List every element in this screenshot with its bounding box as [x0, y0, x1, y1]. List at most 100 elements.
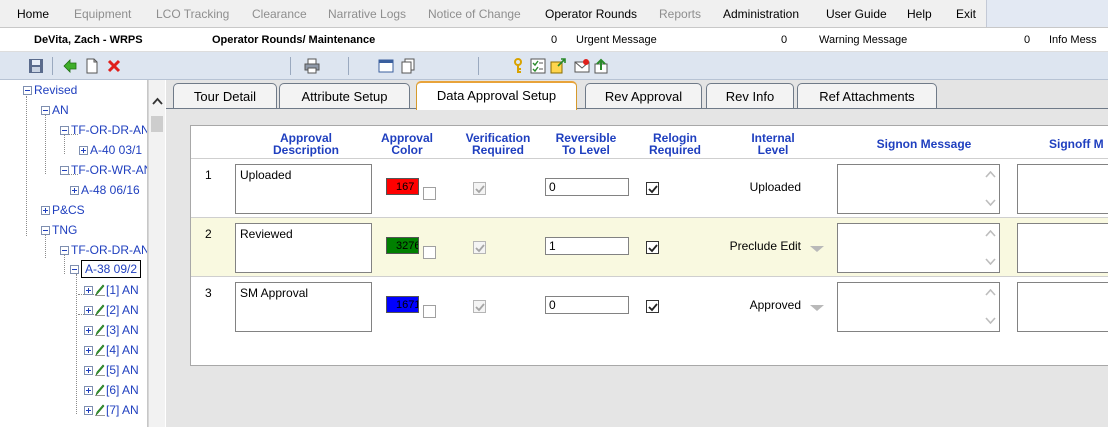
collapse-icon[interactable]: [60, 166, 69, 175]
key-icon[interactable]: [510, 58, 526, 74]
expand-icon[interactable]: [79, 146, 88, 155]
menu-home[interactable]: Home: [17, 7, 49, 21]
delete-icon[interactable]: [106, 58, 122, 74]
print-icon[interactable]: [304, 58, 320, 74]
tree-leaf[interactable]: [4] AN: [84, 343, 139, 357]
mail-icon[interactable]: [574, 58, 590, 74]
tree-leaf[interactable]: [5] AN: [84, 363, 139, 377]
relogin-checkbox[interactable]: [646, 241, 659, 254]
collapse-icon[interactable]: [23, 86, 32, 95]
tab-rev-approval[interactable]: Rev Approval: [585, 83, 702, 108]
collapse-icon[interactable]: [41, 226, 50, 235]
tab-data-approval-setup[interactable]: Data Approval Setup: [416, 81, 577, 110]
color-picker-button[interactable]: [423, 187, 436, 200]
tab-ref-attachments[interactable]: Ref Attachments: [797, 83, 937, 108]
status-info-bar: DeVita, Zach - WRPS Operator Rounds/ Mai…: [0, 28, 1108, 52]
scroll-up-icon[interactable]: [985, 289, 996, 296]
tree-node-tng[interactable]: TNG: [41, 223, 77, 237]
window-icon[interactable]: [378, 58, 394, 74]
collapse-icon[interactable]: [41, 106, 50, 115]
new-document-icon[interactable]: [84, 58, 100, 74]
urgent-label[interactable]: Urgent Message: [576, 34, 657, 46]
tree-node-tf-or-wr-an[interactable]: TF-OR-WR-AN: [60, 163, 147, 177]
reversible-level-input[interactable]: 1: [545, 237, 629, 255]
menu-operator-rounds[interactable]: Operator Rounds: [545, 7, 637, 21]
expand-icon[interactable]: [41, 206, 50, 215]
menu-administration[interactable]: Administration: [723, 7, 799, 21]
expand-icon[interactable]: [70, 186, 79, 195]
copy-document-icon[interactable]: [400, 58, 416, 74]
reversible-level-input[interactable]: 0: [545, 178, 629, 196]
relogin-checkbox[interactable]: [646, 182, 659, 195]
header-signon-message: Signon Message: [876, 137, 972, 151]
scroll-down-icon[interactable]: [985, 199, 996, 206]
reversible-level-input[interactable]: 0: [545, 296, 629, 314]
edit-pencil-icon: [95, 284, 105, 296]
save-icon[interactable]: [28, 58, 44, 74]
tree-leaf[interactable]: [1] AN: [84, 283, 139, 297]
warning-label[interactable]: Warning Message: [819, 34, 907, 46]
tree-node-revised[interactable]: Revised: [23, 83, 77, 97]
info-label[interactable]: Info Mess: [1049, 34, 1097, 46]
description-field[interactable]: Uploaded: [235, 164, 372, 214]
menu-equipment[interactable]: Equipment: [74, 7, 131, 21]
tree-node-a38-selected-label[interactable]: A-38 09/2: [81, 260, 142, 278]
tab-tour-detail[interactable]: Tour Detail: [173, 83, 277, 108]
checklist-icon[interactable]: [530, 58, 546, 74]
collapse-icon[interactable]: [60, 246, 69, 255]
menu-clearance[interactable]: Clearance: [252, 7, 307, 21]
tab-rev-info[interactable]: Rev Info: [706, 83, 794, 108]
scroll-down-icon[interactable]: [985, 317, 996, 324]
verification-checkbox[interactable]: [473, 241, 486, 254]
signoff-message-field[interactable]: [1017, 223, 1108, 273]
approval-color-swatch[interactable]: 1671: [386, 296, 419, 313]
scroll-up-icon[interactable]: [985, 171, 996, 178]
verification-checkbox[interactable]: [473, 182, 486, 195]
tree-leaf[interactable]: [3] AN: [84, 323, 139, 337]
relogin-checkbox[interactable]: [646, 300, 659, 313]
menu-exit[interactable]: Exit: [956, 7, 976, 21]
scroll-up-icon[interactable]: [985, 230, 996, 237]
scrollbar-thumb[interactable]: [151, 116, 163, 132]
verification-checkbox[interactable]: [473, 300, 486, 313]
color-picker-button[interactable]: [423, 305, 436, 318]
menu-notice-of-change[interactable]: Notice of Change: [428, 7, 521, 21]
menu-user-guide[interactable]: User Guide: [826, 7, 887, 21]
tree-node-a48[interactable]: A-48 06/16: [70, 183, 140, 197]
menu-lco-tracking[interactable]: LCO Tracking: [156, 7, 229, 21]
tree-node-an[interactable]: AN: [41, 103, 69, 117]
menu-narrative-logs[interactable]: Narrative Logs: [328, 7, 406, 21]
tree-node-a40[interactable]: A-40 03/1: [79, 143, 142, 157]
approval-color-swatch[interactable]: 3276: [386, 237, 419, 254]
collapse-icon[interactable]: [60, 126, 69, 135]
chevron-down-icon[interactable]: [810, 305, 824, 311]
tree-node-tf-or-dr-an-2[interactable]: TF-OR-DR-AN: [60, 243, 147, 257]
menu-help[interactable]: Help: [907, 7, 932, 21]
tree-leaf[interactable]: [2] AN: [84, 303, 139, 317]
tab-attribute-setup[interactable]: Attribute Setup: [279, 83, 410, 108]
edit-pencil-icon: [95, 384, 105, 396]
chevron-down-icon[interactable]: [810, 246, 824, 252]
scroll-up-icon[interactable]: [152, 97, 163, 105]
back-arrow-icon[interactable]: [62, 58, 78, 74]
tree-node-a38[interactable]: A-38 09/2: [70, 260, 142, 278]
export-icon[interactable]: [550, 58, 566, 74]
signon-message-field[interactable]: [837, 223, 1000, 273]
tree-node-pcs[interactable]: P&CS: [41, 203, 85, 217]
description-field[interactable]: SM Approval: [235, 282, 372, 332]
tree-node-tf-or-dr-an[interactable]: TF-OR-DR-AN: [60, 123, 147, 137]
scroll-down-icon[interactable]: [985, 258, 996, 265]
signon-message-field[interactable]: [837, 164, 1000, 214]
tree-scrollbar[interactable]: [148, 80, 165, 427]
signoff-message-field[interactable]: [1017, 164, 1108, 214]
signoff-message-field[interactable]: [1017, 282, 1108, 332]
collapse-icon[interactable]: [70, 265, 79, 274]
approval-color-swatch[interactable]: 167: [386, 178, 419, 195]
signon-message-field[interactable]: [837, 282, 1000, 332]
upload-icon[interactable]: [593, 58, 609, 74]
description-field[interactable]: Reviewed: [235, 223, 372, 273]
tree-leaf[interactable]: [6] AN: [84, 383, 139, 397]
menu-reports[interactable]: Reports: [659, 7, 701, 21]
tree-leaf[interactable]: [7] AN: [84, 403, 139, 417]
color-picker-button[interactable]: [423, 246, 436, 259]
